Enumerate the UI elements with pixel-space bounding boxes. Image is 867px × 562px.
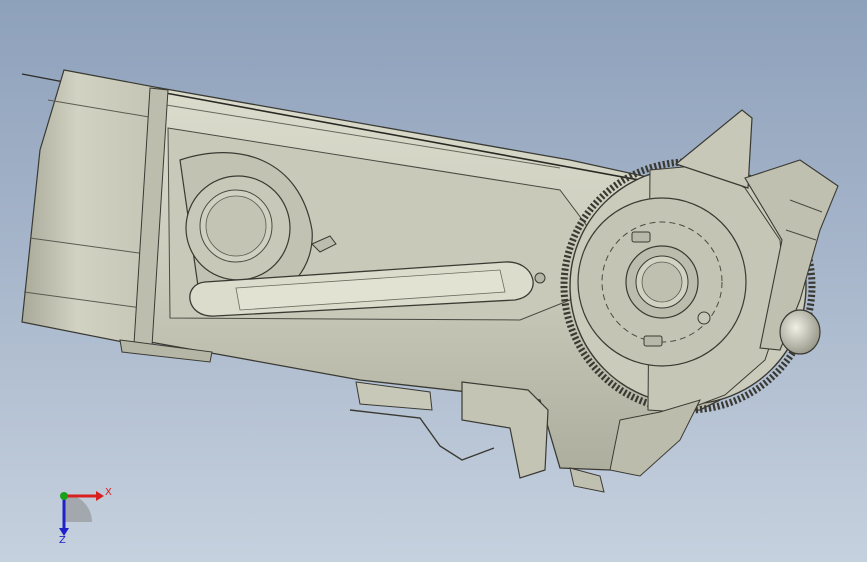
cable-wire: [21, 73, 65, 83]
lower-mount-bracket: [461, 381, 549, 479]
lever-pivot-pin: [534, 272, 546, 284]
y-axis-point: [60, 492, 68, 500]
bottom-foot: [569, 467, 605, 493]
z-axis-label: Z: [59, 535, 66, 546]
end-knob: [779, 309, 821, 355]
cad-model-assembly[interactable]: [0, 0, 867, 562]
x-axis-arrowhead: [96, 491, 104, 501]
coordinate-triad: X Z: [40, 478, 120, 550]
cad-3d-viewport[interactable]: X Z: [0, 0, 867, 562]
x-axis-label: X: [105, 487, 112, 498]
